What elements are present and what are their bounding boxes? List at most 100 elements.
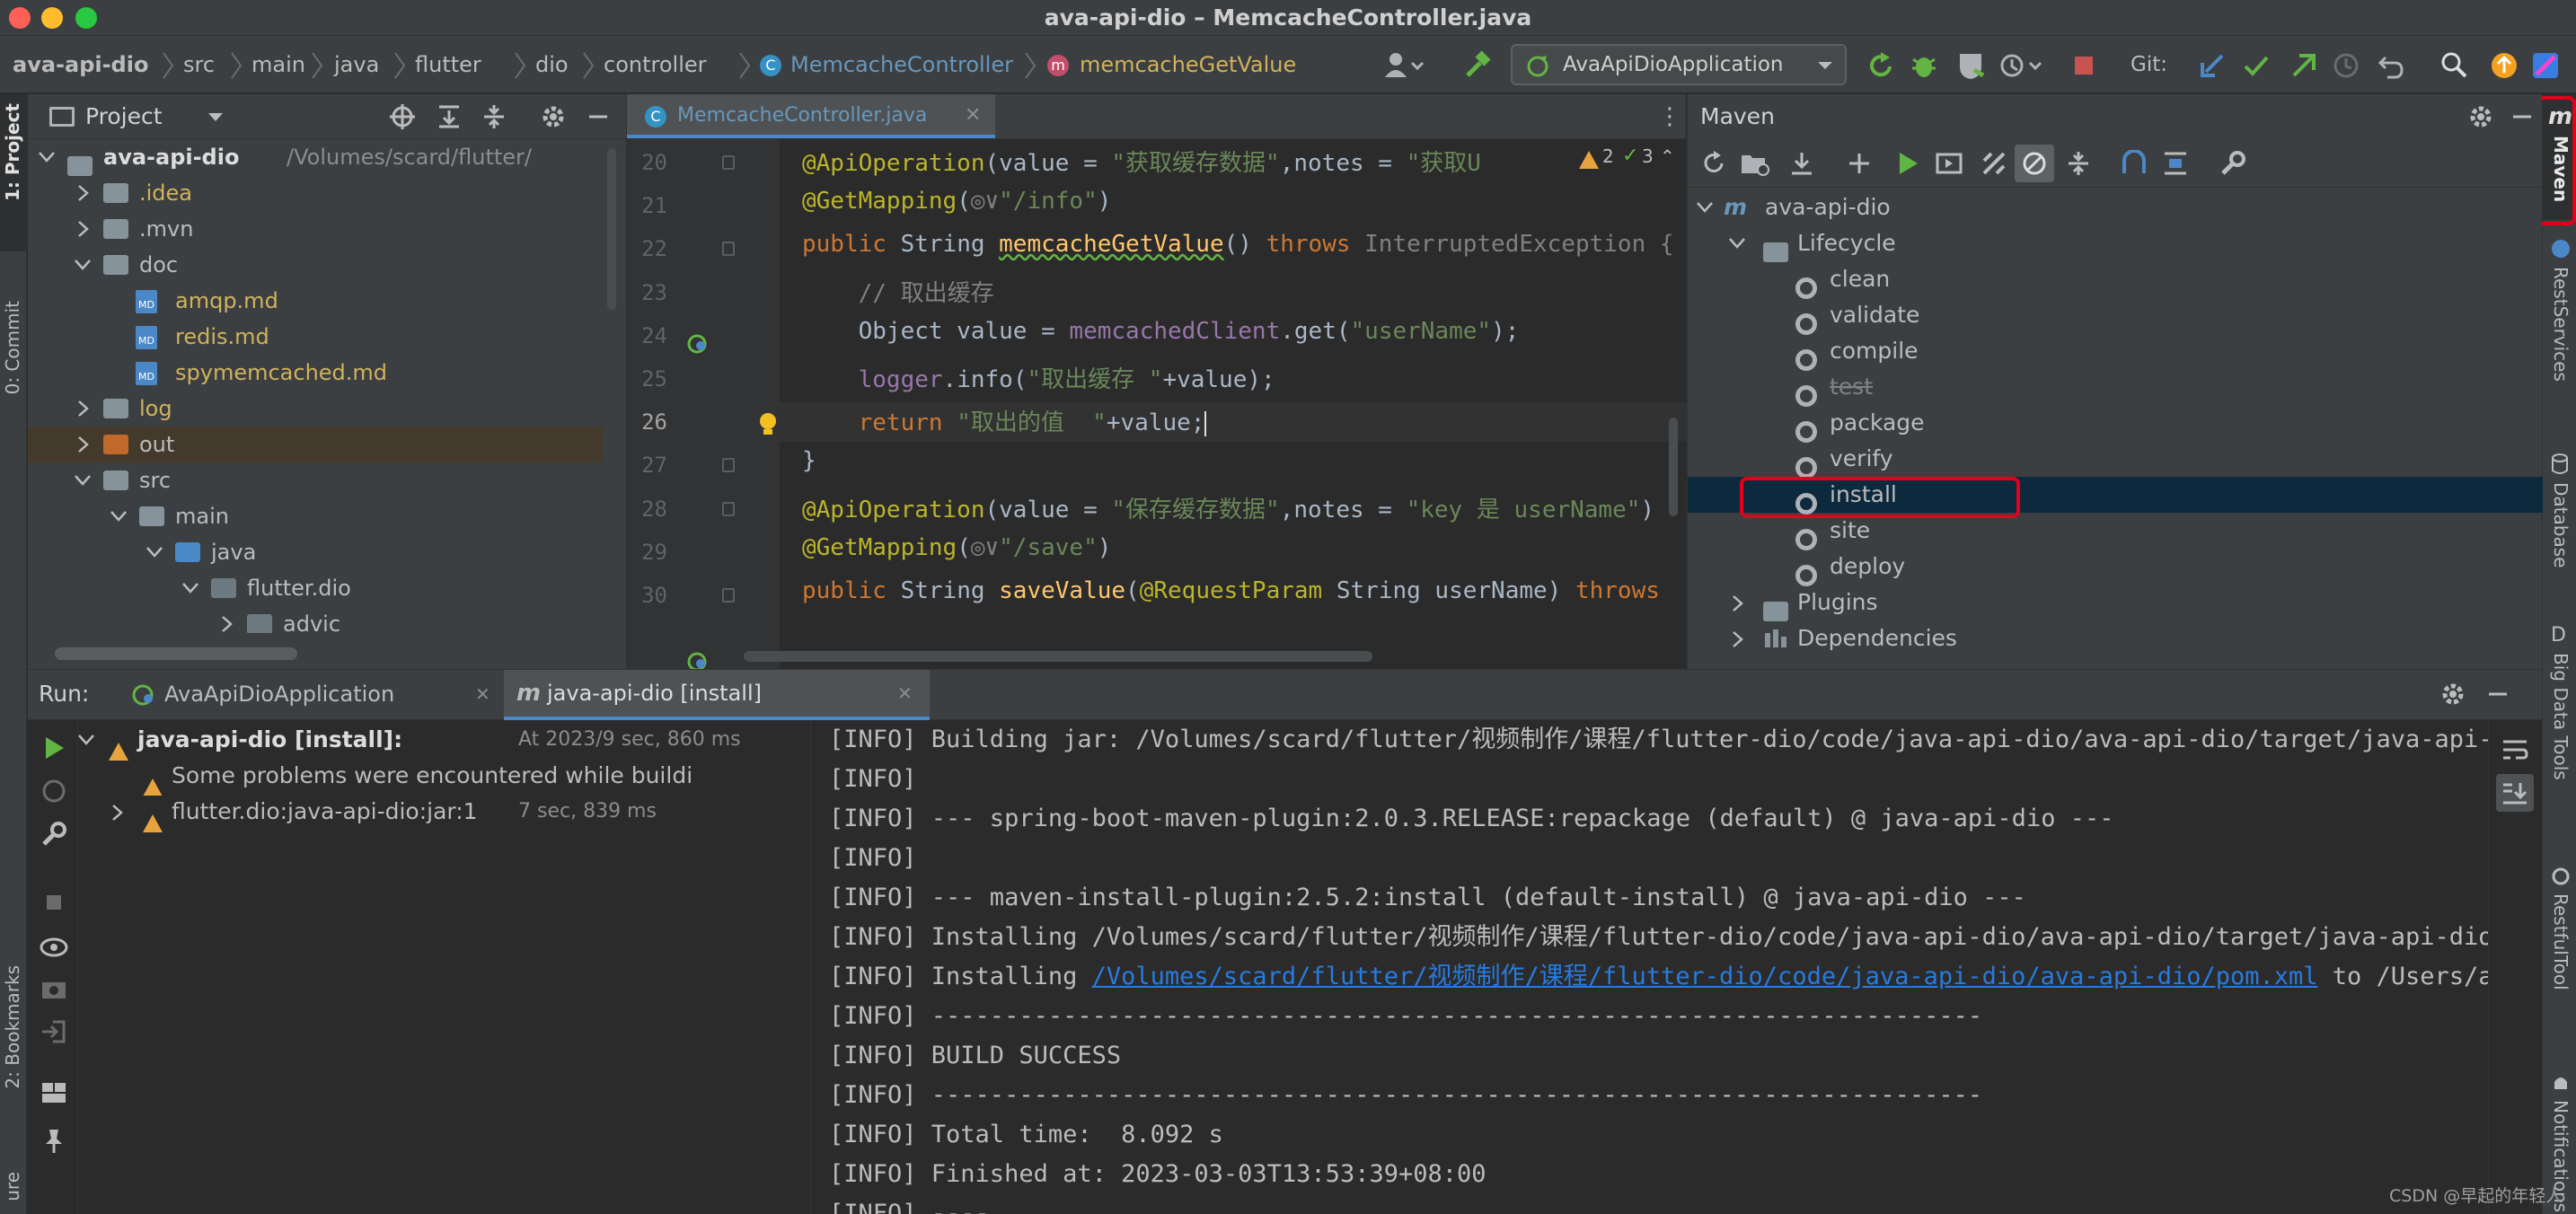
restfultool-tool-tab[interactable]: RestfulTool [2543,867,2576,1046]
tree-item[interactable]: java [28,534,603,570]
eye-icon[interactable] [39,932,69,963]
wrench-icon[interactable] [2219,150,2246,177]
close-tab-icon[interactable]: ✕ [897,670,913,717]
profile-icon[interactable] [1999,50,2050,81]
code-area[interactable]: 20 @ApiOperation(value = "获取缓存数据",notes =… [627,139,1687,624]
reload-icon[interactable] [1700,150,1727,177]
collapse-all-icon[interactable] [481,103,507,130]
editor-horizontal-scrollbar[interactable] [744,651,1372,662]
tree-item[interactable]: main [28,498,603,534]
maven-phase-package[interactable]: package [1688,405,2543,443]
tree-item[interactable]: advic [28,606,603,633]
tree-item[interactable]: MD redis.md [28,319,603,355]
wrench-icon[interactable] [39,819,69,849]
editor-vertical-scrollbar[interactable] [1669,418,1678,516]
tree-item[interactable]: MD spymemcached.md [28,355,603,391]
more-options-icon[interactable]: ⋮ [1658,103,1681,130]
maven-phase-deploy[interactable]: deploy [1688,549,2543,586]
git-update-icon[interactable] [2199,50,2228,81]
fold-marker-icon[interactable] [722,501,735,516]
scroll-to-end-toggle[interactable] [2496,774,2534,812]
database-tool-tab[interactable]: Database [2543,453,2576,597]
maven-phase-compile[interactable]: compile [1688,333,2543,371]
coverage-icon[interactable] [1956,50,1985,81]
maven-dependencies[interactable]: Dependencies [1688,620,2543,656]
execute-goal-icon[interactable] [1936,150,1963,177]
run-configuration-select[interactable]: AvaApiDioApplication [1511,44,1847,85]
restservices-tool-tab[interactable]: RestServices [2543,238,2576,435]
stop-icon[interactable] [39,887,69,918]
build-tree-root[interactable]: java-api-dio [install]: At 2023/9 sec, 8… [78,720,811,761]
minimize-panel-icon[interactable] [585,103,612,130]
user-icon[interactable] [1383,50,1425,81]
chevron-up-icon[interactable]: ⌃ [1660,143,1675,170]
minimize-panel-icon[interactable] [2484,681,2511,708]
camera-icon[interactable] [39,973,69,1004]
breadcrumb-flutter[interactable]: flutter [415,36,481,94]
breadcrumb-src[interactable]: src [183,36,215,94]
soft-wrap-icon[interactable] [2500,735,2530,765]
run-icon[interactable] [1894,150,1921,177]
inspection-widget[interactable]: 2 ✓ 3 ⌃ [1579,143,1685,170]
add-icon[interactable] [1846,150,1873,177]
tree-item[interactable]: .idea [28,175,603,211]
expand-all-icon[interactable] [436,103,463,130]
locate-icon[interactable] [389,103,416,130]
fold-marker-icon[interactable] [722,242,735,257]
maven-phase-site[interactable]: site [1688,513,2543,550]
tree-item[interactable]: src [28,462,603,498]
breadcrumb-method[interactable]: memcacheGetValue [1080,36,1296,94]
pin-icon[interactable] [39,1126,69,1157]
fold-marker-icon[interactable] [722,458,735,473]
search-icon[interactable] [2439,50,2468,81]
project-panel-title[interactable]: Project [85,94,163,139]
tree-item[interactable]: doc [28,247,603,283]
update-icon[interactable] [2490,51,2519,80]
commit-tool-tab[interactable]: 0: Commit [0,292,26,435]
tree-item[interactable]: .mvn [28,211,603,247]
git-push-icon[interactable] [2289,50,2317,81]
build-hammer-icon[interactable] [1462,50,1493,81]
skip-tests-toggle[interactable] [2015,145,2054,182]
breadcrumb-dio[interactable]: dio [535,36,569,94]
bookmarks-tool-tab[interactable]: 2: Bookmarks [0,956,26,1109]
breadcrumb-class[interactable]: MemcacheController [790,36,1013,94]
fold-marker-icon[interactable] [722,588,735,603]
rerun-icon[interactable] [39,733,69,763]
rollback-icon[interactable] [2377,50,2405,81]
stop-icon[interactable] [2071,53,2096,78]
download-icon[interactable] [1788,150,1815,177]
ide-logo-icon[interactable] [2531,51,2560,80]
tree-item[interactable]: out [28,427,603,462]
breadcrumb-controller[interactable]: controller [604,36,707,94]
show-dependencies-icon[interactable] [2121,150,2148,177]
tree-item[interactable]: MD amqp.md [28,283,603,319]
breadcrumb-main[interactable]: main [251,36,305,94]
gear-icon[interactable] [540,103,567,130]
rerun-failed-icon[interactable] [39,776,69,806]
tree-root[interactable]: ava-api-dio /Volumes/scard/flutter/ [28,139,603,176]
run-tab-app[interactable]: AvaApiDioApplication ✕ [125,670,507,718]
layout-icon[interactable] [39,1078,69,1108]
tree-item[interactable]: flutter.dio [28,570,603,606]
login-icon[interactable] [39,1016,69,1047]
maven-phase-validate[interactable]: validate [1688,297,2543,335]
generate-sources-icon[interactable] [1740,150,1770,177]
maven-lifecycle[interactable]: Lifecycle [1688,225,2543,262]
project-tool-tab[interactable]: 1: Project [0,94,26,251]
expand-icon[interactable] [2162,150,2189,177]
maven-phase-verify[interactable]: verify [1688,441,2543,479]
rerun-icon[interactable] [1866,50,1895,81]
bigdata-tool-tab[interactable]: D Big Data Tools [2543,624,2576,831]
console-output[interactable]: [INFO] Building jar: /Volumes/scard/flut… [811,720,2488,1214]
fold-marker-icon[interactable] [722,155,735,170]
maven-phase-clean[interactable]: clean [1688,261,2543,299]
run-tab-install[interactable]: m java-api-dio [install] ✕ [504,670,930,720]
git-commit-icon[interactable] [2242,50,2271,81]
close-tab-icon[interactable]: ✕ [965,94,981,137]
tree-item[interactable]: log [28,391,603,427]
debug-icon[interactable] [1910,50,1938,81]
history-icon[interactable] [2332,50,2360,81]
breadcrumb-java[interactable]: java [334,36,379,94]
maven-phase-test[interactable]: test [1688,369,2543,407]
